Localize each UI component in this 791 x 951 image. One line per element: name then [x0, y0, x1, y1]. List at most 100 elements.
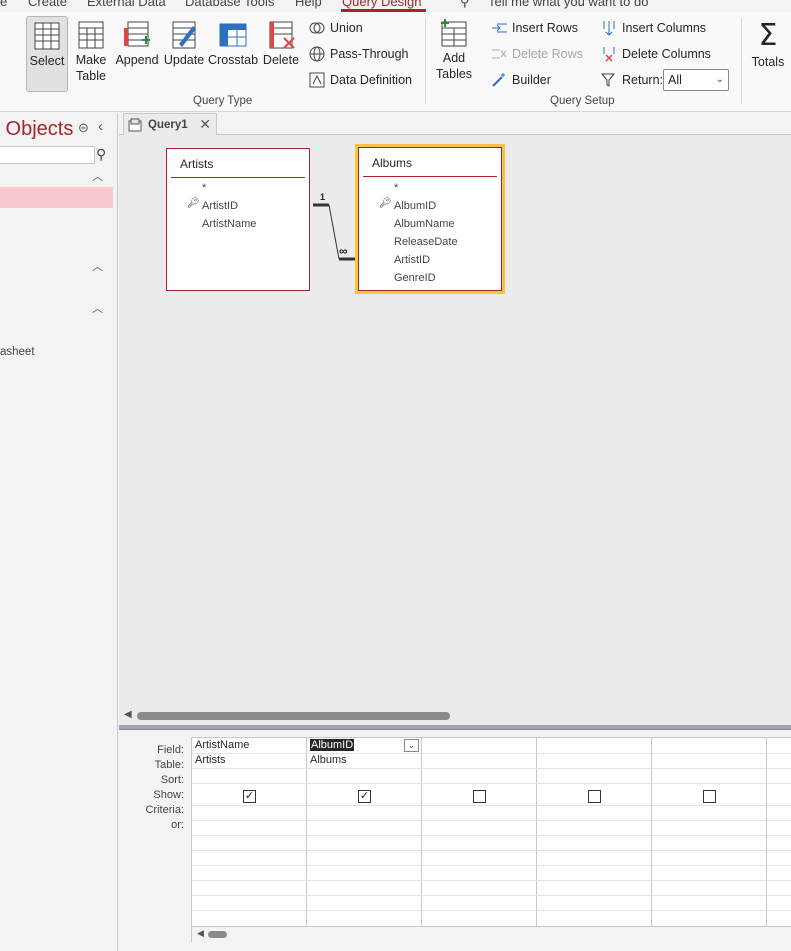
pass-through-button[interactable]: Pass-Through [309, 44, 409, 64]
grid-field-cell[interactable]: ArtistName [195, 739, 249, 751]
nav-search-input[interactable] [0, 146, 95, 164]
show-checkbox[interactable]: ✓ [243, 790, 256, 803]
tab-query1[interactable]: Query1 ✕ [123, 113, 217, 136]
grid-column-divider [421, 738, 422, 926]
menu-external-data[interactable]: External Data [87, 0, 166, 9]
insert-columns-button[interactable]: Insert Columns [601, 18, 706, 38]
union-button[interactable]: Union [309, 18, 363, 38]
select-query-icon [34, 22, 60, 50]
menu-create[interactable]: Create [28, 0, 67, 9]
field-artistname[interactable]: ArtistName [202, 218, 256, 230]
field-star[interactable]: * [202, 182, 206, 194]
nav-item-partial[interactable]: asheet [0, 346, 35, 358]
grid-row-divider [192, 835, 791, 836]
table-albums[interactable]: Albums * 🔑︎ AlbumID AlbumName ReleaseDat… [358, 147, 502, 291]
field-albumid[interactable]: AlbumID [394, 200, 436, 212]
query-tab-icon [128, 118, 142, 132]
tab-query1-label: Query1 [148, 119, 188, 131]
grid-column-divider [306, 738, 307, 926]
union-label: Union [330, 21, 363, 35]
globe-icon [309, 46, 325, 62]
menu-query-design[interactable]: Query Design [342, 0, 421, 9]
delete-label: Delete [262, 53, 300, 67]
search-icon[interactable]: ⚲ [96, 146, 106, 163]
field-star[interactable]: * [394, 182, 398, 194]
grid-row-divider [192, 880, 791, 881]
query-design-area[interactable]: Artists * 🔑︎ ArtistID ArtistName 1 ∞ Alb… [119, 135, 791, 707]
field-artistid[interactable]: ArtistID [394, 254, 430, 266]
select-query-button[interactable]: Select [26, 16, 68, 92]
table-artists-title: Artists [180, 157, 214, 171]
delete-rows-button[interactable]: Delete Rows [491, 44, 583, 64]
row-label-show: Show: [153, 789, 184, 801]
navigation-pane: s Objects ⊝ ‹ ⚲ ︿ ︿ ︿ asheet [0, 113, 118, 951]
show-checkbox[interactable] [473, 790, 486, 803]
crosstab-label: Crosstab [208, 53, 259, 67]
show-checkbox[interactable] [588, 790, 601, 803]
scroll-left-icon[interactable]: ◀ [124, 709, 132, 720]
field-albumname[interactable]: AlbumName [394, 218, 455, 230]
grid-field-cell-selected[interactable]: AlbumID [310, 739, 355, 751]
delete-columns-button[interactable]: Delete Columns [601, 44, 711, 64]
show-checkbox[interactable] [703, 790, 716, 803]
union-icon [309, 22, 325, 34]
insert-rows-label: Insert Rows [512, 21, 578, 35]
ribbon-separator [741, 18, 742, 104]
nav-pane-title[interactable]: s Objects [0, 118, 73, 141]
crosstab-button[interactable]: Crosstab [208, 20, 258, 92]
make-table-label: Make Table [75, 53, 107, 83]
row-label-criteria: Criteria: [145, 804, 184, 816]
relationship-one-label: 1 [320, 192, 326, 202]
chevron-up-icon[interactable]: ︿ [92, 300, 103, 316]
field-releasedate[interactable]: ReleaseDate [394, 236, 458, 248]
grid-row-divider [192, 768, 791, 769]
chevron-up-icon[interactable]: ︿ [92, 258, 103, 274]
table-artists[interactable]: Artists * 🔑︎ ArtistID ArtistName [166, 148, 310, 291]
append-button[interactable]: Append [114, 20, 160, 92]
sigma-icon: Σ [758, 18, 778, 53]
totals-label: Totals [751, 55, 785, 69]
menu-strip: e Create External Data Database Tools He… [0, 0, 791, 12]
grid-row-divider [192, 910, 791, 911]
add-tables-icon [441, 19, 467, 47]
grid-row-divider [192, 895, 791, 896]
grid-table-cell[interactable]: Albums [310, 754, 347, 766]
menu-database-tools[interactable]: Database Tools [185, 0, 274, 9]
insert-rows-button[interactable]: Insert Rows [491, 18, 578, 38]
select-label: Select [29, 54, 65, 68]
return-value: All [668, 73, 682, 87]
field-artistid[interactable]: ArtistID [202, 200, 238, 212]
scrollbar-thumb[interactable] [137, 712, 450, 720]
field-genreid[interactable]: GenreID [394, 272, 436, 284]
chevron-up-icon[interactable]: ︿ [92, 168, 103, 184]
close-icon[interactable]: ✕ [199, 116, 211, 133]
show-checkbox[interactable]: ✓ [358, 790, 371, 803]
nav-collapse-icon[interactable]: ‹ [98, 118, 103, 135]
row-label-table: Table: [154, 759, 184, 771]
grid-scrollbar[interactable]: ◀ [192, 926, 791, 942]
make-table-button[interactable]: Make Table [72, 20, 110, 92]
grid-table-cell[interactable]: Artists [195, 754, 226, 766]
nav-item-selected[interactable] [0, 187, 113, 208]
return-select[interactable]: All ⌄ [663, 69, 729, 91]
design-area-scrollbar[interactable]: ◀ [119, 707, 791, 725]
menu-help[interactable]: Help [295, 0, 322, 9]
data-definition-button[interactable]: Data Definition [309, 70, 412, 90]
builder-button[interactable]: Builder [491, 70, 551, 90]
grid-column-divider [651, 738, 652, 926]
field-dropdown-button[interactable]: ⌄ [404, 739, 419, 752]
menu-home-partial[interactable]: e [0, 0, 7, 9]
relationship-line[interactable] [309, 190, 359, 270]
add-tables-button[interactable]: Add Tables [434, 18, 474, 92]
lightbulb-icon: ⚲ [460, 0, 470, 9]
chevron-down-icon: ⌄ [715, 74, 724, 85]
nav-options-icon[interactable]: ⊝ [78, 120, 89, 136]
table-albums-title: Albums [372, 156, 413, 170]
insert-columns-label: Insert Columns [622, 21, 707, 35]
scroll-left-icon[interactable]: ◀ [197, 928, 204, 939]
delete-query-button[interactable]: Delete [261, 20, 301, 92]
update-button[interactable]: Update [162, 20, 206, 92]
scrollbar-thumb[interactable] [208, 931, 227, 938]
totals-button[interactable]: Σ Totals [749, 20, 787, 92]
tell-me-search[interactable]: Tell me what you want to do [488, 0, 648, 9]
